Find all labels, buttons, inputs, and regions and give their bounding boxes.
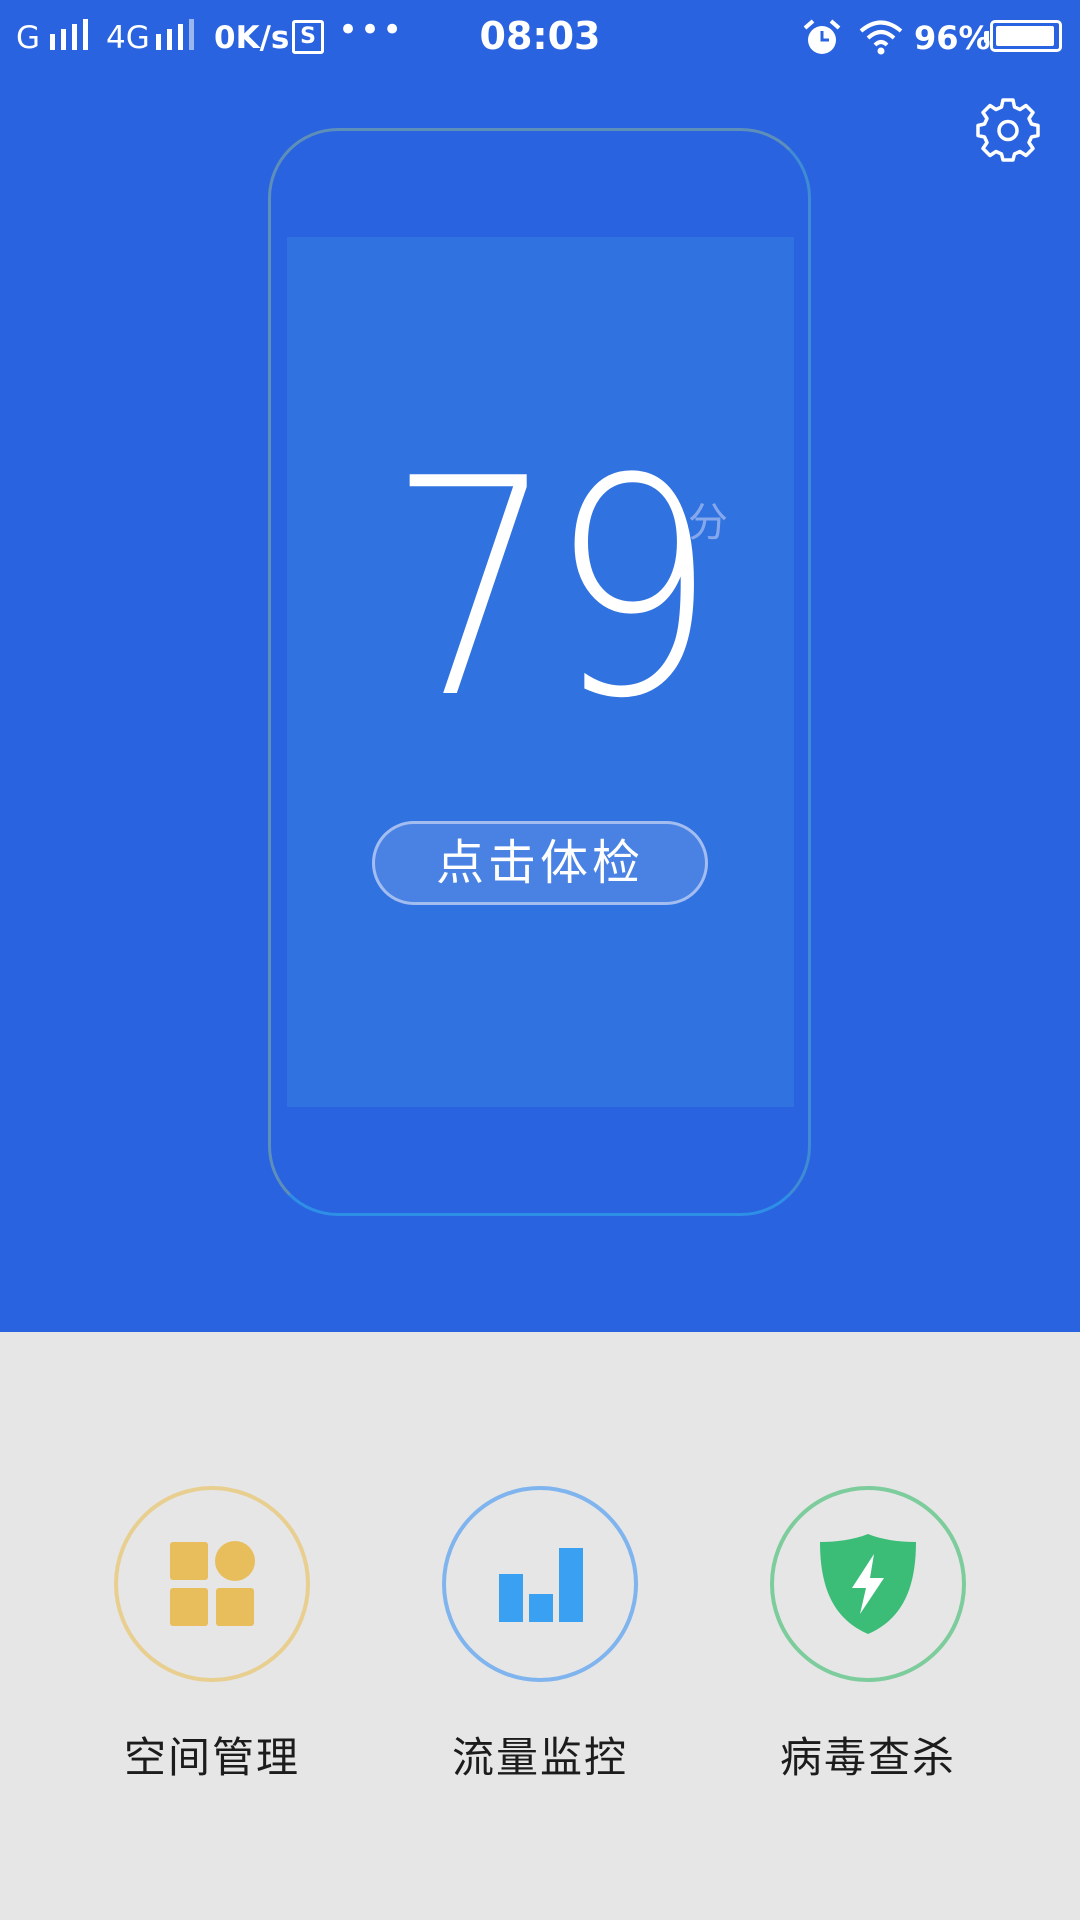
battery-icon xyxy=(984,20,1062,52)
status-bar: G 4G 0K/s S ••• 08:03 96% xyxy=(0,0,1080,74)
settings-gear-icon[interactable] xyxy=(976,98,1040,162)
tool-label: 病毒查杀 xyxy=(779,1733,956,1782)
alarm-icon xyxy=(803,19,841,54)
virus-scan-shield-icon xyxy=(820,1534,916,1634)
virus-scan-button[interactable] xyxy=(770,1486,966,1682)
tool-label: 空间管理 xyxy=(123,1733,300,1782)
space-management-icon xyxy=(170,1541,255,1626)
score-unit: 分 xyxy=(688,500,728,546)
tool-label: 流量监控 xyxy=(451,1733,628,1782)
space-management-button[interactable] xyxy=(114,1486,310,1682)
traffic-monitor-button[interactable] xyxy=(442,1486,638,1682)
tool-space-management[interactable]: 空间管理 xyxy=(114,1486,310,1782)
health-check-button[interactable]: 点击体检 xyxy=(372,821,708,905)
wifi-icon xyxy=(859,20,903,55)
health-score: 79 xyxy=(388,415,717,764)
tool-traffic-monitor[interactable]: 流量监控 xyxy=(442,1486,638,1782)
traffic-monitor-icon xyxy=(499,1548,583,1622)
tool-virus-scan[interactable]: 病毒查杀 xyxy=(770,1486,966,1782)
battery-percent: 96% xyxy=(914,19,991,57)
